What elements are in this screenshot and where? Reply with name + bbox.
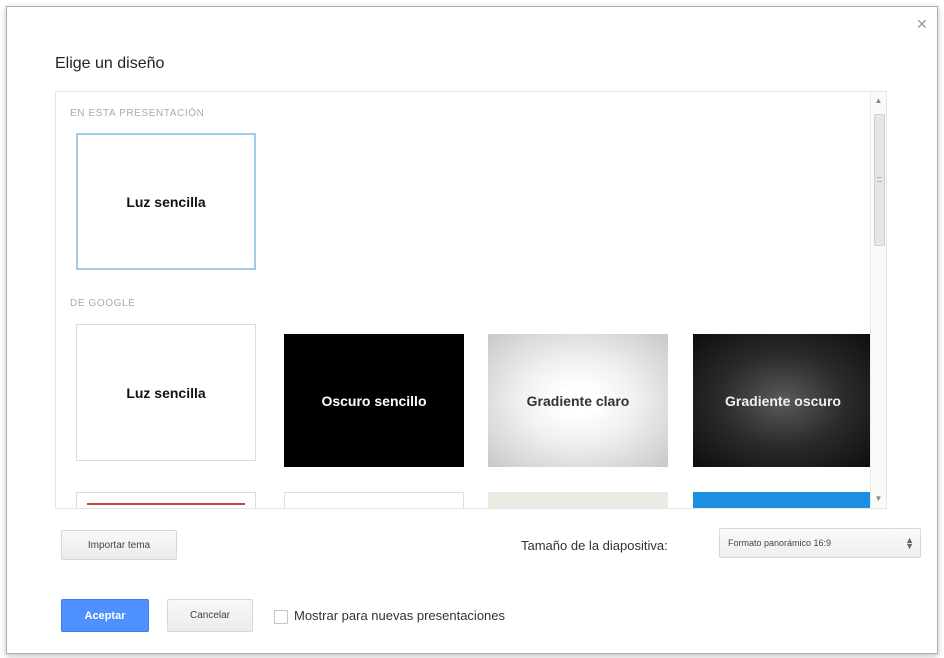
accept-button[interactable]: Aceptar <box>61 599 149 632</box>
theme-thumb-gradiente-claro[interactable]: Gradiente claro <box>488 334 668 467</box>
scroll-up-arrow-icon[interactable]: ▲ <box>871 94 886 108</box>
red-line-decoration <box>87 503 245 505</box>
theme-thumb-label: Gradiente oscuro <box>725 392 841 409</box>
scrollbar-thumb[interactable] <box>874 114 885 246</box>
theme-thumb-label: Luz sencilla <box>126 193 206 210</box>
theme-thumb-label: Oscuro sencillo <box>321 392 427 409</box>
theme-thumb-label: Luz sencilla <box>126 384 206 401</box>
section-label-in-presentation: EN ESTA PRESENTACIÓN <box>70 108 205 119</box>
theme-thumb-luz-sencilla[interactable]: Luz sencilla <box>76 324 256 461</box>
section-label-google: DE GOOGLE <box>70 298 136 309</box>
cancel-button[interactable]: Cancelar <box>167 599 253 632</box>
theme-thumb-partial-3[interactable] <box>488 492 668 508</box>
show-for-new-checkbox[interactable] <box>274 610 288 624</box>
theme-thumb-partial-1[interactable] <box>76 492 256 508</box>
theme-thumb-gradiente-oscuro[interactable]: Gradiente oscuro <box>693 334 873 467</box>
dialog-title: Elige un diseño <box>55 55 165 72</box>
theme-thumb-partial-2[interactable] <box>284 492 464 508</box>
show-for-new-label[interactable]: Mostrar para nuevas presentaciones <box>294 608 505 623</box>
import-theme-button[interactable]: Importar tema <box>61 530 177 560</box>
theme-thumb-label: Gradiente claro <box>526 392 630 409</box>
scroll-down-arrow-icon[interactable]: ▼ <box>871 492 886 506</box>
close-icon[interactable]: ✕ <box>915 17 929 31</box>
theme-thumb-partial-4[interactable] <box>693 492 873 508</box>
theme-list-panel[interactable]: EN ESTA PRESENTACIÓN Luz sencilla DE GOO… <box>55 91 887 509</box>
theme-thumb-oscuro-sencillo[interactable]: Oscuro sencillo <box>284 334 464 467</box>
select-arrows-icon: ▲ ▼ <box>905 535 914 551</box>
slide-size-select[interactable]: Formato panorámico 16:9 ▲ ▼ <box>719 528 921 558</box>
slide-size-value: Formato panorámico 16:9 <box>728 538 832 548</box>
theme-thumb-current[interactable]: Luz sencilla <box>76 133 256 270</box>
scrollbar[interactable]: ▲ ▼ <box>870 92 886 508</box>
theme-dialog: ✕ Elige un diseño EN ESTA PRESENTACIÓN L… <box>6 6 938 654</box>
slide-size-label: Tamaño de la diapositiva: <box>521 538 668 553</box>
